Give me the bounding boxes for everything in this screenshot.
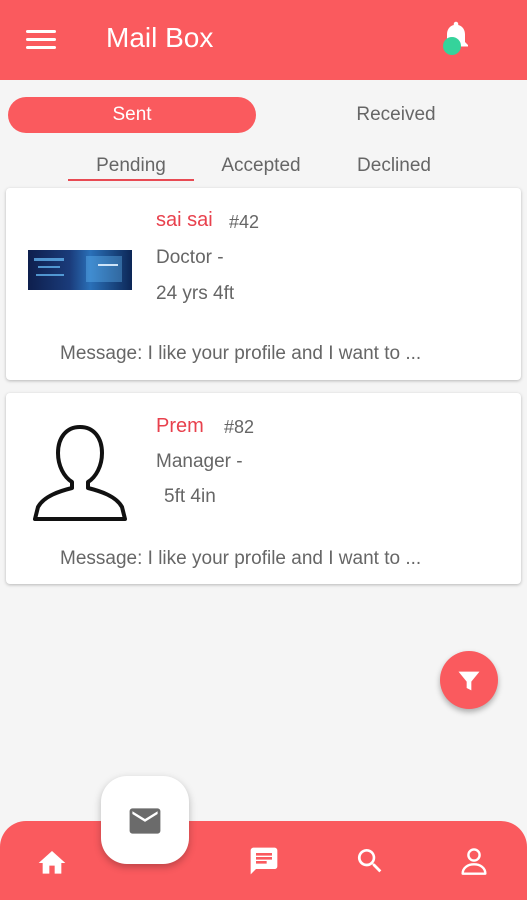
message-preview: Message: I like your profile and I want … [60, 343, 422, 364]
chat-icon[interactable] [248, 845, 280, 877]
subtab-active-indicator [68, 179, 194, 181]
filter-button[interactable] [440, 651, 498, 709]
tab-sent[interactable]: Sent [8, 97, 256, 133]
profile-id: #82 [224, 417, 255, 437]
profile-photo [28, 250, 132, 290]
message-preview: Message: I like your profile and I want … [60, 548, 422, 569]
mail-icon [129, 808, 161, 834]
profile-icon[interactable] [458, 845, 490, 877]
profile-card[interactable]: Prem #82 Manager - 5ft 4in Message: I li… [6, 393, 521, 584]
avatar-placeholder-icon [33, 425, 127, 521]
profile-stats: 5ft 4in [164, 486, 216, 507]
profile-name[interactable]: sai sai [156, 209, 213, 232]
profile-card[interactable]: sai sai #42 Doctor - 24 yrs 4ft Message:… [6, 188, 521, 380]
app-bar: Mail Box [0, 0, 527, 80]
profile-name[interactable]: Prem [156, 415, 204, 438]
bottom-nav [0, 821, 527, 900]
subtab-declined[interactable]: Declined [330, 152, 458, 180]
subtab-accepted[interactable]: Accepted [200, 152, 322, 180]
subtab-pending[interactable]: Pending [68, 152, 194, 180]
filter-icon [458, 671, 480, 691]
tab-received[interactable]: Received [286, 97, 506, 133]
home-icon[interactable] [36, 847, 68, 879]
profile-id: #42 [229, 212, 260, 232]
profile-occupation: Manager - [156, 451, 243, 472]
notification-dot [443, 37, 461, 55]
profile-stats: 24 yrs 4ft [156, 283, 235, 304]
search-icon[interactable] [354, 845, 386, 877]
mailbox-button[interactable] [101, 776, 189, 864]
profile-occupation: Doctor - [156, 247, 224, 268]
menu-icon[interactable] [26, 30, 56, 50]
page-title: Mail Box [106, 22, 214, 53]
